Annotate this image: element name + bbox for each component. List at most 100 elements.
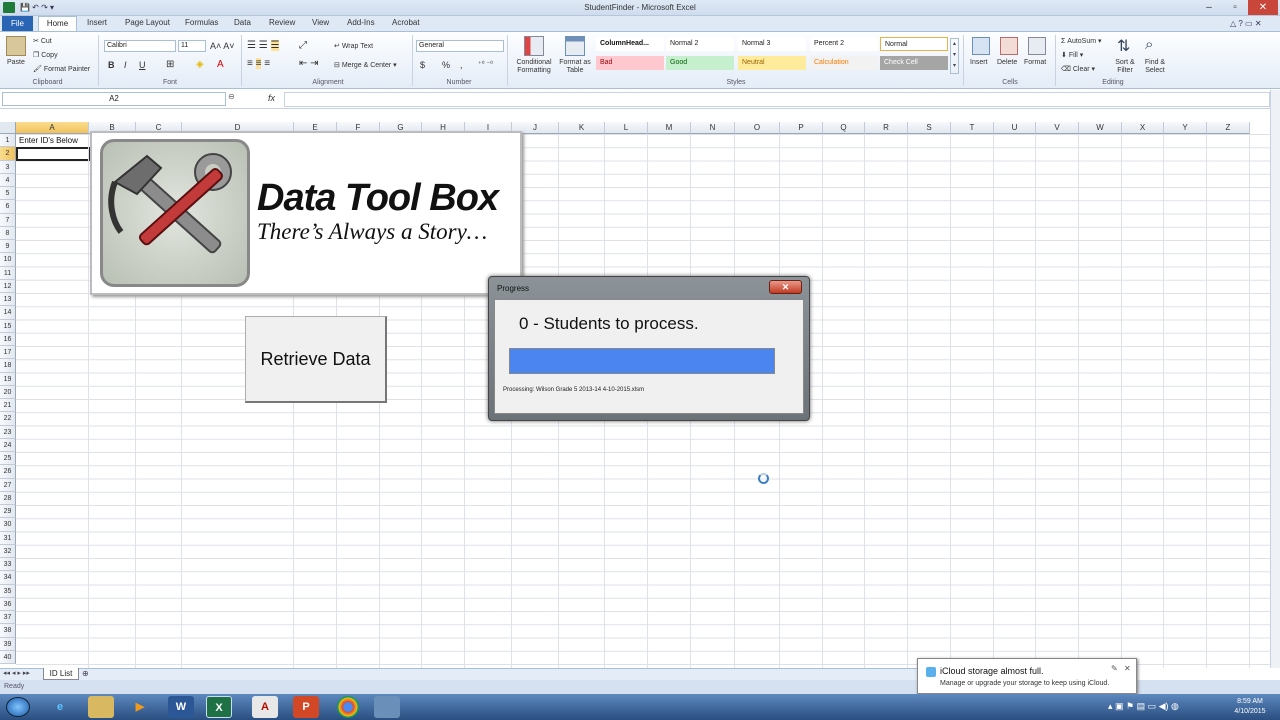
notification-settings-icon[interactable]: ✎ (1111, 664, 1118, 673)
column-header[interactable]: X (1122, 122, 1164, 134)
column-header[interactable]: W (1079, 122, 1122, 134)
tab-file[interactable]: File (2, 16, 33, 31)
maximize-button[interactable]: ▫ (1222, 0, 1248, 15)
row-header[interactable]: 11 (0, 266, 16, 280)
row-header[interactable]: 39 (0, 637, 16, 651)
column-header[interactable]: K (559, 122, 605, 134)
clear-button[interactable]: ⌫ Clear ▾ (1061, 65, 1095, 73)
font-grow-shrink[interactable]: A˄ A˅ (210, 41, 235, 51)
active-cell-a2[interactable] (16, 147, 90, 161)
insert-button[interactable]: Insert (970, 59, 988, 66)
format-painter-button[interactable]: 🖌 Format Painter (33, 65, 90, 73)
cell-style-item[interactable]: Percent 2 (810, 37, 878, 51)
font-size-combo[interactable]: 11 (178, 40, 206, 52)
currency-button[interactable]: $ (420, 60, 425, 70)
row-header[interactable]: 27 (0, 478, 16, 492)
row-header[interactable]: 37 (0, 611, 16, 625)
orientation-icon[interactable]: ⤢ (299, 40, 307, 51)
comma-button[interactable]: , (460, 60, 463, 70)
copy-button[interactable]: ❐ Copy (33, 51, 58, 59)
excel-icon[interactable]: X (206, 696, 232, 718)
tab-page-layout[interactable]: Page Layout (120, 16, 175, 29)
conditional-formatting-button[interactable]: Conditional Formatting (511, 59, 557, 75)
row-header[interactable]: 31 (0, 531, 16, 545)
row-header[interactable]: 1 (0, 134, 16, 148)
italic-button[interactable]: I (124, 60, 127, 70)
insert-cells-icon[interactable] (972, 37, 990, 55)
format-as-table-button[interactable]: Format as Table (558, 59, 592, 75)
format-button[interactable]: Format (1024, 59, 1046, 66)
row-header[interactable]: 6 (0, 200, 16, 214)
row-header[interactable]: 20 (0, 385, 16, 399)
row-header[interactable]: 13 (0, 293, 16, 307)
tab-data[interactable]: Data (229, 16, 256, 29)
column-header[interactable]: A (16, 122, 89, 134)
row-header[interactable]: 34 (0, 571, 16, 585)
percent-button[interactable]: % (442, 60, 450, 70)
autosum-button[interactable]: Σ AutoSum ▾ (1061, 37, 1102, 45)
column-header[interactable]: Q (823, 122, 865, 134)
column-header[interactable]: P (780, 122, 823, 134)
name-box[interactable]: A2 (2, 92, 226, 106)
tab-add-ins[interactable]: Add-Ins (342, 16, 380, 29)
cell-a1[interactable]: Enter ID's Below (19, 136, 78, 145)
row-header[interactable]: 33 (0, 558, 16, 572)
row-header[interactable]: 14 (0, 306, 16, 320)
column-header[interactable]: O (735, 122, 780, 134)
row-header[interactable]: 7 (0, 213, 16, 227)
insert-function-button[interactable]: fx (268, 93, 275, 103)
row-header[interactable]: 10 (0, 253, 16, 267)
tab-home[interactable]: Home (38, 16, 77, 32)
underline-button[interactable]: U (139, 60, 146, 70)
column-header[interactable]: U (994, 122, 1036, 134)
row-header[interactable]: 25 (0, 452, 16, 466)
new-sheet-icon[interactable]: ⊕ (82, 669, 96, 679)
taskbar-clock[interactable]: 8:59 AM 4/10/2015 (1222, 697, 1278, 717)
tab-view[interactable]: View (307, 16, 334, 29)
font-name-combo[interactable]: Calibri (104, 40, 176, 52)
column-header[interactable]: L (605, 122, 648, 134)
row-header[interactable]: 24 (0, 438, 16, 452)
row-header[interactable]: 3 (0, 160, 16, 174)
paste-button[interactable]: Paste (7, 59, 25, 66)
row-header[interactable]: 19 (0, 372, 16, 386)
row-header[interactable]: 4 (0, 173, 16, 187)
tab-insert[interactable]: Insert (82, 16, 112, 29)
row-header[interactable]: 28 (0, 491, 16, 505)
word-icon[interactable]: W (168, 696, 194, 718)
cell-style-item[interactable]: Normal 3 (738, 37, 806, 51)
cell-style-item[interactable]: Calculation (810, 56, 878, 70)
find-select-button[interactable]: Find & Select (1140, 59, 1170, 75)
tab-formulas[interactable]: Formulas (180, 16, 223, 29)
sheet-nav-arrows[interactable]: ◂◂ ◂ ▸ ▸▸ (3, 669, 30, 677)
bold-button[interactable]: B (108, 60, 115, 70)
row-header[interactable]: 22 (0, 412, 16, 426)
media-icon[interactable]: ▶ (127, 696, 153, 718)
row-header[interactable]: 26 (0, 465, 16, 479)
sheet-tab-id-list[interactable]: ID List (43, 668, 79, 680)
format-table-icon[interactable] (565, 36, 585, 56)
horizontal-align-icons[interactable]: ≡ ≡ ≡ (247, 58, 270, 69)
column-header[interactable]: R (865, 122, 908, 134)
wrap-text-button[interactable]: ↵ Wrap Text (334, 42, 373, 50)
merge-center-button[interactable]: ⊟ Merge & Center ▾ (334, 61, 397, 69)
tab-review[interactable]: Review (264, 16, 300, 29)
decimal-icons[interactable]: ⁺⁰ ⁻⁰ (478, 60, 493, 68)
column-header[interactable]: Y (1164, 122, 1207, 134)
ie-icon[interactable]: e (47, 696, 73, 718)
chrome-icon[interactable] (337, 696, 359, 718)
delete-button[interactable]: Delete (997, 59, 1017, 66)
row-header[interactable]: 21 (0, 399, 16, 413)
row-header[interactable]: 29 (0, 505, 16, 519)
row-header[interactable]: 30 (0, 518, 16, 532)
row-header[interactable]: 5 (0, 187, 16, 201)
cell-style-item[interactable]: Neutral (738, 56, 806, 70)
cell-style-item[interactable]: Good (666, 56, 734, 70)
dialog-close-button[interactable]: ✕ (769, 280, 802, 294)
styles-scroll[interactable]: ▴ ▾ ▾ (950, 38, 959, 74)
row-header[interactable]: 23 (0, 425, 16, 439)
borders-icon[interactable]: ⊞ (166, 59, 174, 70)
cell-style-item[interactable]: ColumnHead... (596, 37, 664, 51)
cell-style-item[interactable]: Bad (596, 56, 664, 70)
row-header[interactable]: 40 (0, 650, 16, 664)
